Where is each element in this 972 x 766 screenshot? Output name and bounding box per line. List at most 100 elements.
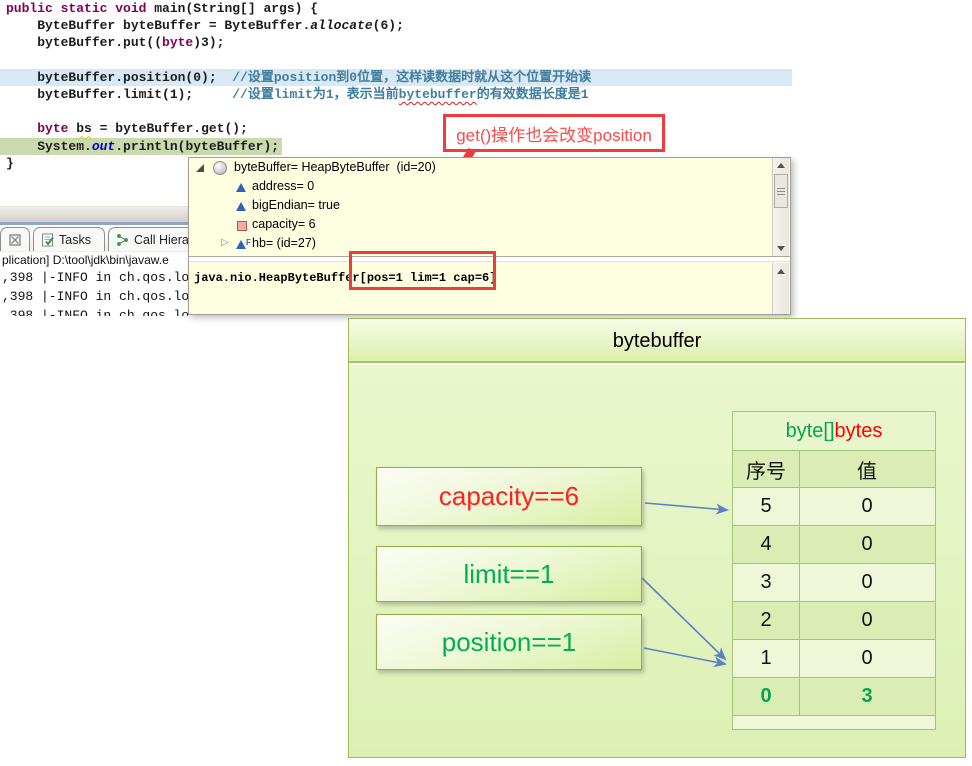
table-header-cell: 序号 xyxy=(733,451,799,487)
field-blue-f-icon: F xyxy=(236,237,250,251)
value-cell: 0 xyxy=(799,640,934,677)
variable-label: byteBuffer= HeapByteBuffer (id=20) xyxy=(234,158,436,177)
variable-label: hb= (id=27) xyxy=(252,234,316,253)
table-row: 30 xyxy=(733,563,935,601)
workbench-fragment: Tasks Call Hierar plication] D:\tool\jdk… xyxy=(0,206,188,316)
diagram-label-limit: limit==1 xyxy=(376,546,642,602)
minimized-view-icon xyxy=(9,234,21,246)
code-line: ByteBuffer byteBuffer = ByteBuffer.alloc… xyxy=(0,17,792,34)
index-cell: 5 xyxy=(733,488,799,525)
diagram-label-position: position==1 xyxy=(376,614,642,670)
code-token: byteBuffer.position(0); xyxy=(6,70,232,85)
scroll-down-icon[interactable] xyxy=(774,242,788,255)
code-token: //设置limit为1，表示当前 xyxy=(232,87,398,102)
index-cell: 3 xyxy=(733,564,799,601)
code-line: byteBuffer.put((byte)3); xyxy=(0,34,792,51)
view-tab-bar: Tasks Call Hierar xyxy=(0,225,188,252)
object-icon xyxy=(213,161,227,175)
code-token: out xyxy=(92,139,115,154)
tab-label: Tasks xyxy=(59,233,91,247)
code-token: bytebuffer xyxy=(399,87,477,102)
code-token: byte xyxy=(162,35,193,50)
annotation-text: get()操作也会改变position xyxy=(456,121,652,146)
diagram-label-text: position==1 xyxy=(442,627,576,658)
tab-label: Call Hierar xyxy=(134,233,188,247)
value-scrollbar[interactable] xyxy=(772,263,789,314)
code-token: public static void xyxy=(6,1,146,16)
diagram-body: capacity==6 limit==1 position==1 byte[] by… xyxy=(349,365,965,757)
variable-row[interactable]: byteBuffer= HeapByteBuffer (id=20) xyxy=(189,158,773,177)
code-token xyxy=(6,121,37,136)
code-token: byte xyxy=(37,121,68,136)
tree-scrollbar[interactable] xyxy=(772,158,789,256)
code-token: .println(byteBuffer); xyxy=(115,139,279,154)
code-token: )3); xyxy=(193,35,224,50)
code-token: = byteBuffer.get(); xyxy=(92,121,248,136)
table-caption-token: bytes xyxy=(835,420,883,443)
field-red-icon xyxy=(236,218,250,232)
index-cell: 2 xyxy=(733,602,799,639)
console-log-line: ,398 |-INFO in ch.qos.lo xyxy=(0,268,188,287)
code-line: public static void main(String[] args) { xyxy=(0,0,792,17)
value-detail-area: java.nio.HeapByteBuffer[pos=1 lim=1 cap=… xyxy=(189,263,773,314)
table-row: 10 xyxy=(733,639,935,677)
table-header-row: 序号值 xyxy=(733,450,935,487)
diagram-label-capacity: capacity==6 xyxy=(376,467,642,526)
code-line: byte bs = byteBuffer.get(); xyxy=(0,120,792,137)
code-line: byteBuffer.limit(1); //设置limit为1，表示当前byt… xyxy=(0,86,792,103)
value-cell: 0 xyxy=(799,602,934,639)
code-token: 的有效数据长度是1 xyxy=(477,87,589,102)
editor-bottom-band xyxy=(0,206,188,223)
tab-partial[interactable] xyxy=(0,227,30,251)
code-line: byteBuffer.position(0); //设置position到0位置… xyxy=(0,69,792,86)
screenshot-root: public static void main(String[] args) {… xyxy=(0,0,972,766)
table-empty-row xyxy=(733,715,935,729)
table-header-cell: 值 xyxy=(799,451,934,487)
tab-tasks[interactable]: Tasks xyxy=(33,227,105,251)
diagram-title: bytebuffer xyxy=(349,319,965,363)
code-token: main(String[] args) { xyxy=(146,1,318,16)
variable-row[interactable]: bigEndian= true xyxy=(189,196,773,215)
table-caption-token: byte[] xyxy=(786,420,835,443)
tab-call-hierarchy[interactable]: Call Hierar xyxy=(108,227,188,251)
console-header-line: plication] D:\tool\jdk\bin\javaw.e xyxy=(0,252,188,268)
code-token: ByteBuffer byteBuffer = ByteBuffer. xyxy=(6,18,310,33)
table-row: 40 xyxy=(733,525,935,563)
code-token: byteBuffer.limit(1); xyxy=(6,87,232,102)
variable-row[interactable]: address= 0 xyxy=(189,177,773,196)
debug-variables-popup: byteBuffer= HeapByteBuffer (id=20)addres… xyxy=(188,157,791,315)
value-cell: 3 xyxy=(799,678,934,715)
value-highlight-box xyxy=(349,251,496,290)
console-log-lines: ,398 |-INFO in ch.qos.lo ,398 |-INFO in c… xyxy=(0,268,188,316)
table-row: 50 xyxy=(733,487,935,525)
variable-row[interactable]: capacity= 6 xyxy=(189,215,773,234)
variable-label: bigEndian= true xyxy=(252,196,340,215)
index-cell: 1 xyxy=(733,640,799,677)
code-token: (6); xyxy=(373,18,404,33)
variables-tree[interactable]: byteBuffer= HeapByteBuffer (id=20)addres… xyxy=(189,158,773,256)
code-token: } xyxy=(6,156,14,171)
variable-label: address= 0 xyxy=(252,177,314,196)
field-blue-icon xyxy=(236,180,250,194)
tasks-icon xyxy=(41,233,55,247)
code-token: allocate xyxy=(310,18,372,33)
table-row: 20 xyxy=(733,601,935,639)
console-log-line: ,398 |-INFO in ch.qos.lo xyxy=(0,306,188,316)
value-cell: 0 xyxy=(799,488,934,525)
scroll-up-icon[interactable] xyxy=(774,265,788,278)
code-token: byteBuffer.put(( xyxy=(6,35,162,50)
expanded-twistie-icon[interactable] xyxy=(196,164,204,172)
annotation-box: get()操作也会改变position xyxy=(443,114,665,152)
code-lines: public static void main(String[] args) {… xyxy=(0,0,792,172)
diagram-label-text: limit==1 xyxy=(463,559,554,590)
scrollbar-thumb[interactable] xyxy=(774,174,788,208)
index-cell: 0 xyxy=(733,678,799,715)
scroll-up-icon[interactable] xyxy=(774,159,788,172)
field-blue-icon xyxy=(236,199,250,213)
call-hierarchy-icon xyxy=(116,233,130,247)
code-token: System. xyxy=(6,139,92,154)
console-area: plication] D:\tool\jdk\bin\javaw.e ,398 … xyxy=(0,252,188,316)
code-line xyxy=(0,103,792,120)
collapsed-twistie-icon[interactable]: ▷ xyxy=(221,239,229,247)
code-token: bs xyxy=(76,121,92,136)
